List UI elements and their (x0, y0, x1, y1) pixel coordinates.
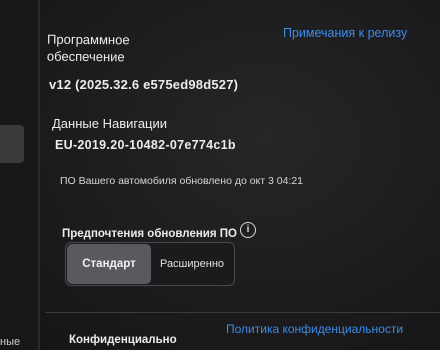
navigation-data-title: Данные Навигации (52, 116, 168, 131)
settings-screen: ные Программное обеспечение Примечания к… (0, 0, 440, 350)
update-preferences-title: Предпочтения обновления ПО (62, 228, 237, 240)
sidebar-item-selected[interactable] (0, 125, 24, 163)
software-title-line2: обеспечение (46, 48, 125, 65)
software-title-line1: Программное (47, 31, 130, 48)
sidebar-item-label[interactable]: ные (0, 336, 20, 348)
update-status-text: ПО Вашего автомобиля обновлено до окт 3 … (60, 175, 304, 187)
update-preference-selector: Стандарт Расширенно (65, 242, 235, 286)
info-icon[interactable]: i (240, 222, 256, 238)
navigation-data-version: EU-2019.20-10482-07e774c1b (55, 138, 236, 152)
release-notes-link[interactable]: Примечания к релизу (283, 26, 407, 40)
privacy-title: Конфиденциально (69, 334, 177, 346)
section-divider (45, 312, 440, 313)
software-version: v12 (2025.32.6 e575ed98d527) (49, 77, 239, 92)
sidebar (0, 0, 38, 350)
sidebar-divider (38, 0, 40, 350)
privacy-policy-link[interactable]: Политика конфиденциальности (226, 322, 403, 336)
option-advanced-button[interactable]: Расширенно (151, 244, 233, 284)
software-title: Программное обеспечение (47, 31, 130, 66)
option-standard-button[interactable]: Стандарт (67, 244, 151, 284)
